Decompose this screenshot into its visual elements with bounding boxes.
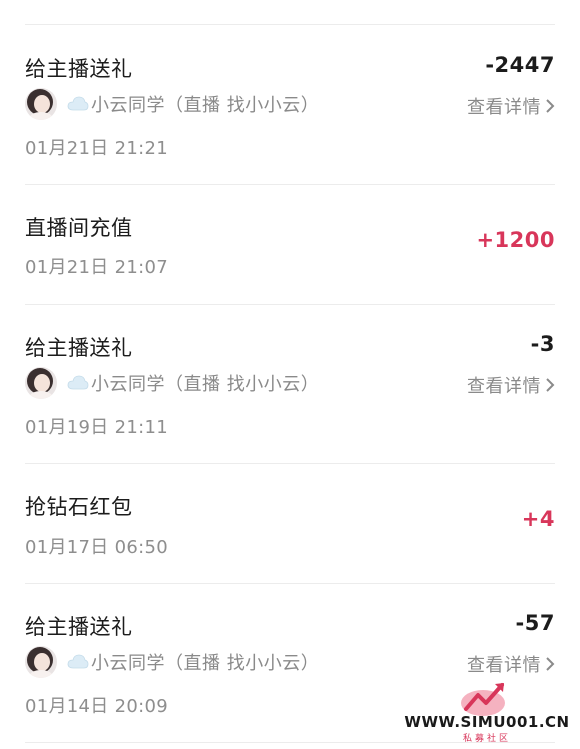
view-details-label: 查看详情 (467, 376, 541, 397)
avatar (25, 367, 57, 399)
transaction-amount: -2447 (485, 53, 555, 77)
cloud-icon (67, 375, 89, 390)
watermark-url: WWW.SIMU001.CN (404, 713, 570, 731)
chevron-right-icon (546, 99, 555, 113)
view-details-link[interactable]: 查看详情 (467, 93, 555, 119)
avatar (25, 88, 57, 120)
view-details-label: 查看详情 (467, 655, 541, 676)
anchor-info: 小云同学（直播 找小小云） (25, 366, 319, 400)
watermark-caption: 私募社区 (462, 734, 511, 744)
transaction-title: 直播间充值 (25, 216, 133, 240)
divider (25, 304, 555, 305)
transaction-amount: -57 (515, 611, 555, 635)
transaction-title: 给主播送礼 (25, 336, 133, 360)
transaction-time: 01月19日 21:11 (25, 417, 169, 438)
divider (25, 583, 555, 584)
divider (25, 184, 555, 185)
divider (25, 24, 555, 25)
watermark-logo-icon (461, 683, 505, 716)
anchor-name: 小云同学（直播 找小小云） (91, 95, 320, 116)
transaction-time: 01月14日 20:09 (25, 696, 169, 717)
transaction-time: 01月21日 21:21 (25, 138, 169, 159)
transaction-title: 给主播送礼 (25, 57, 133, 81)
view-details-link[interactable]: 查看详情 (467, 651, 555, 677)
transaction-amount: -3 (530, 332, 555, 356)
watermark: WWW.SIMU001.CN 私募社区 (402, 679, 572, 744)
transaction-title: 给主播送礼 (25, 615, 133, 639)
cloud-icon (67, 654, 89, 669)
cloud-icon (67, 96, 89, 111)
transaction-time: 01月21日 21:07 (25, 257, 169, 278)
anchor-name: 小云同学（直播 找小小云） (91, 374, 320, 395)
anchor-info: 小云同学（直播 找小小云） (25, 645, 319, 679)
transaction-amount: +1200 (476, 228, 555, 252)
anchor-info: 小云同学（直播 找小小云） (25, 87, 319, 121)
view-details-label: 查看详情 (467, 97, 541, 118)
transaction-title: 抢钻石红包 (25, 495, 133, 519)
transaction-amount: +4 (521, 507, 555, 531)
chevron-right-icon (546, 657, 555, 671)
anchor-name: 小云同学（直播 找小小云） (91, 653, 320, 674)
divider (25, 463, 555, 464)
transaction-time: 01月17日 06:50 (25, 537, 169, 558)
avatar (25, 646, 57, 678)
chevron-right-icon (546, 378, 555, 392)
view-details-link[interactable]: 查看详情 (467, 372, 555, 398)
